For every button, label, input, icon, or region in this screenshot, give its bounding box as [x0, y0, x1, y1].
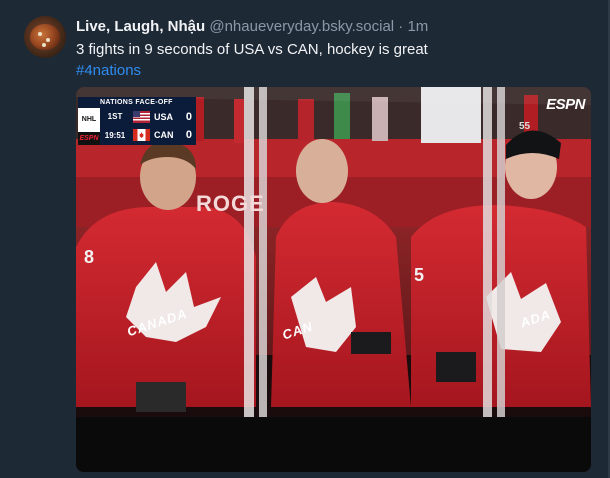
- team-row-usa: USA 0: [130, 108, 196, 126]
- usa-flag-icon: [133, 111, 150, 123]
- canada-flag-icon: [133, 129, 150, 141]
- post-header: Live, Laugh, Nhậu @nhaueveryday.bsky.soc…: [76, 18, 428, 35]
- avatar-garnish: [38, 32, 42, 36]
- helmet-number: 55: [519, 121, 531, 132]
- rink-board-ad: ROGE: [196, 191, 265, 216]
- espn-logo: ESPN: [546, 96, 585, 113]
- team-code-usa: USA: [154, 112, 174, 122]
- team-score-can: 0: [185, 129, 192, 141]
- nhl-logo: NHL: [78, 108, 100, 132]
- author-handle[interactable]: @nhaueveryday.bsky.social: [209, 18, 394, 35]
- post-timestamp[interactable]: 1m: [407, 18, 428, 35]
- team-row-can: CAN 0: [130, 126, 196, 145]
- period-indicator: 1ST: [100, 108, 130, 126]
- post-text: 3 fights in 9 seconds of USA vs CAN, hoc…: [76, 41, 428, 58]
- avatar-garnish: [42, 43, 46, 47]
- jersey-number-left: 8: [84, 247, 95, 267]
- scoreboard-overlay: NATIONS FACE-OFF NHL ESPN 1ST 19:51 USA …: [78, 97, 196, 145]
- espn-badge: ESPN: [78, 132, 100, 145]
- scoreboard-header: NATIONS FACE-OFF: [78, 97, 196, 108]
- jersey-number-right: 5: [414, 265, 425, 285]
- team-score-usa: 0: [185, 111, 192, 123]
- author-avatar[interactable]: [24, 16, 66, 58]
- game-clock: 19:51: [100, 126, 130, 145]
- author-name[interactable]: Live, Laugh, Nhậu: [76, 18, 205, 35]
- header-separator: ·: [398, 18, 404, 35]
- post-image[interactable]: ROGE CANADA CAN ADA 8 5 55 NATIONS FACE-…: [76, 87, 591, 472]
- hashtag-link[interactable]: #4nations: [76, 62, 141, 79]
- team-code-can: CAN: [154, 130, 174, 140]
- avatar-garnish: [46, 38, 50, 42]
